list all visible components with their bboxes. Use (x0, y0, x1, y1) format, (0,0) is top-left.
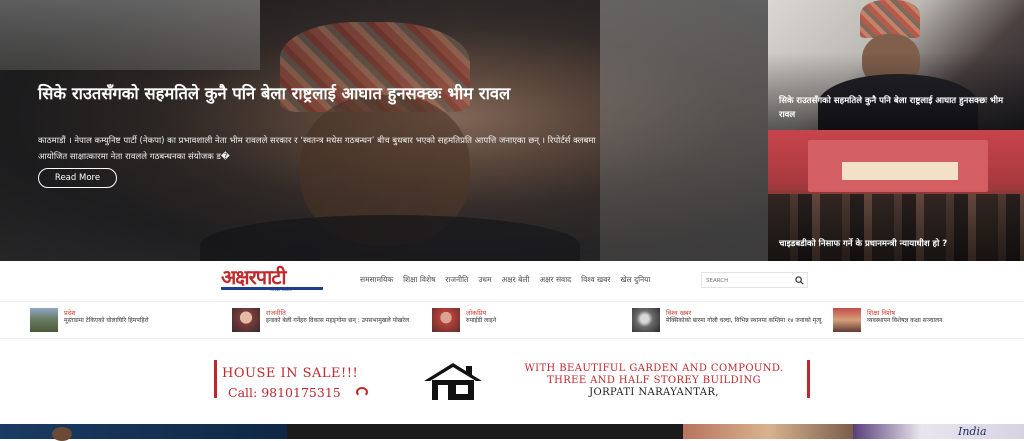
menu-item-akshar-sambad[interactable]: अक्षर संवाद (539, 274, 571, 286)
menu-item-khel-duniya[interactable]: खेल दुनिया (620, 274, 650, 286)
search-box[interactable] (701, 272, 808, 288)
hero-feature[interactable]: सिके राउतसँगको सहमतिले कुनै पनि बेला राष… (0, 0, 768, 261)
bottom-card-image[interactable] (683, 424, 853, 439)
menu-item-bishwa-khabar[interactable]: विश्व खबर (581, 274, 610, 286)
hero-overlay (0, 0, 768, 261)
ad-description-line: THREE AND HALF STOREY BUILDING (547, 375, 761, 386)
hero-headline[interactable]: सिके राउतसँगको सहमतिले कुनै पनि बेला राष… (38, 82, 598, 106)
ticker-thumbnail (632, 308, 660, 332)
ticker-thumbnail (833, 308, 861, 332)
side-news-card-1[interactable]: सिके राउतसँगको सहमतिले कुनै पनि बेला राष… (768, 0, 1024, 130)
ticker-thumbnail (232, 308, 260, 332)
bottom-card-image[interactable] (0, 424, 287, 441)
ticker-headline[interactable]: मेक्सिकोको बारमा गोली चल्दा, विभिन्न स्थ… (666, 317, 826, 325)
ticker-category[interactable]: विश्व खबर (666, 308, 691, 317)
bottom-card-image[interactable] (853, 424, 1024, 439)
logo-tagline: सत्यको आवाज (270, 287, 292, 292)
ad-border-mark (214, 360, 217, 398)
bottom-card-image[interactable] (287, 424, 683, 439)
ticker-thumbnail (30, 308, 58, 332)
news-ticker: प्रदेश मुस्ताङमा टेकिएको घोलाघिरि हिमपहि… (0, 301, 1024, 339)
ad-description-line: WITH BEAUTIFUL GARDEN AND COMPOUND. (524, 363, 784, 374)
ad-location: JORPATI NARAYANTAR, (589, 387, 719, 398)
side-news-headline[interactable]: चाइडबडीको निसाफ गर्ने के प्रधानमन्त्री न… (779, 237, 1019, 251)
ticker-category[interactable]: प्रदेश (64, 308, 76, 317)
ticker-item[interactable]: विश्व खबर मेक्सिकोको बारमा गोली चल्दा, व… (632, 308, 822, 336)
ticker-headline[interactable]: मुस्ताङमा टेकिएको घोलाघिरि हिमपहिरो (64, 317, 224, 325)
ticker-headline[interactable]: इन्डको बेली गर्नेहरु विकास महङ्‌गोमा छन्… (266, 317, 426, 325)
menu-item-shiksha[interactable]: शिक्षा विशेष (403, 274, 435, 286)
ticker-item[interactable]: लोकप्रिय रुपाईडी लाइने (432, 308, 622, 336)
side-news-card-2[interactable]: चाइडबडीको निसाफ गर्ने के प्रधानमन्त्री न… (768, 130, 1024, 261)
ticker-category[interactable]: लोकप्रिय (466, 308, 486, 317)
menu-item-udham[interactable]: उधम (478, 274, 491, 286)
ticker-item[interactable]: प्रदेश मुस्ताङमा टेकिएको घोलाघिरि हिमपहि… (30, 308, 220, 336)
hero-excerpt: काठमाडौं । नेपाल कम्युनिष्ट पार्टी (नेकप… (38, 136, 596, 162)
ad-swirl-decoration (356, 387, 368, 397)
ticker-item[interactable]: शिक्षा विशेष व्यवस्थापन विशेषज्ञ कक्षा स… (833, 308, 1023, 336)
ad-headline: HOUSE IN SALE!!! (222, 366, 359, 381)
menu-item-samasamayik[interactable]: समसामयिक (360, 274, 393, 286)
bottom-card-caption: India (958, 425, 987, 438)
main-menu: समसामयिक शिक्षा विशेष राजनीति उधम अक्षर … (360, 274, 660, 286)
menu-item-rajniti[interactable]: राजनीति (445, 274, 468, 286)
ticker-thumbnail (432, 308, 460, 332)
search-icon[interactable] (795, 276, 804, 285)
site-logo[interactable]: अक्षरपाटी (221, 263, 287, 290)
read-more-button[interactable]: Read More (38, 168, 117, 188)
ticker-category[interactable]: शिक्षा विशेष (867, 308, 895, 317)
ad-phone: Call: 9810175315 (228, 385, 341, 400)
ticker-item[interactable]: राजनीति इन्डको बेली गर्नेहरु विकास महङ्‌… (232, 308, 422, 336)
house-icon (424, 363, 482, 400)
bottom-news-strip (0, 424, 1024, 441)
ticker-category[interactable]: राजनीति (266, 308, 286, 317)
search-input[interactable] (706, 275, 790, 286)
house-sale-ad-banner[interactable]: HOUSE IN SALE!!! Call: 9810175315 WITH B… (214, 358, 810, 404)
ticker-headline[interactable]: व्यवस्थापन विशेषज्ञ कक्षा सञ्चालन (867, 317, 1024, 325)
ticker-headline[interactable]: रुपाईडी लाइने (466, 317, 626, 325)
side-news-headline[interactable]: सिके राउतसँगको सहमतिले कुनै पनि बेला राष… (779, 94, 1019, 122)
ad-border-mark (807, 360, 810, 398)
menu-item-akshar-beli[interactable]: अक्षर बेली (502, 274, 530, 286)
